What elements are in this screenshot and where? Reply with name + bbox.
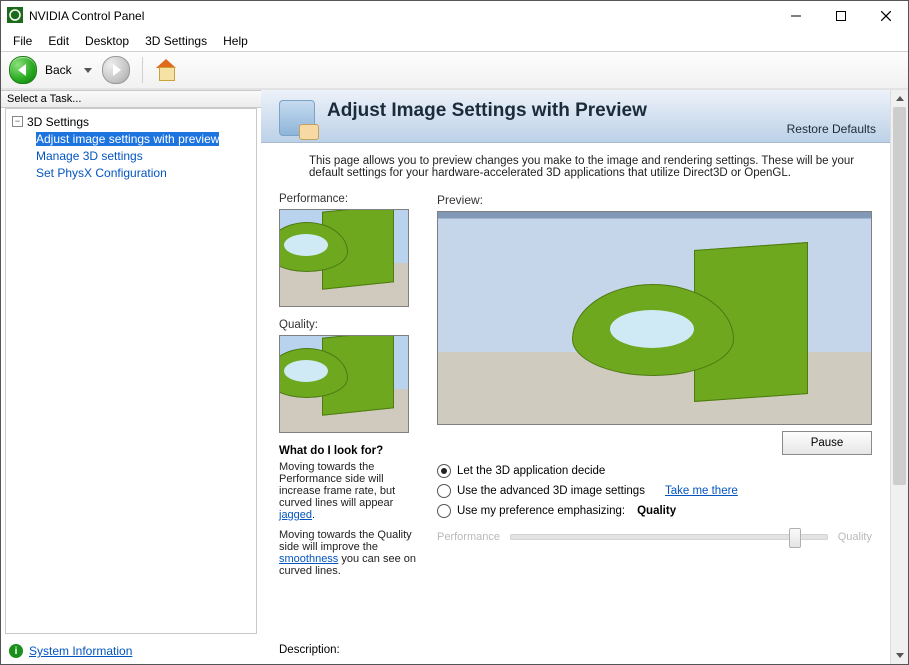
what-heading: What do I look for? [279, 445, 419, 457]
slider-left-label: Performance [437, 531, 500, 543]
page-header: Adjust Image Settings with Preview Resto… [261, 90, 890, 143]
description-label: Description: [261, 640, 890, 664]
quality-slider[interactable]: Performance Quality [437, 531, 872, 543]
jagged-link[interactable]: jagged [279, 509, 312, 521]
menu-bar: File Edit Desktop 3D Settings Help [1, 31, 908, 51]
what-paragraph-1: Moving towards the Performance side will… [279, 461, 419, 521]
radio-icon [437, 464, 451, 478]
page-intro: This page allows you to preview changes … [261, 143, 890, 185]
toolbar-separator [142, 57, 143, 83]
menu-file[interactable]: File [5, 32, 40, 50]
back-button[interactable] [9, 56, 37, 84]
system-information-link[interactable]: i System Information [1, 638, 261, 664]
maximize-button[interactable] [818, 1, 863, 31]
menu-desktop[interactable]: Desktop [77, 32, 137, 50]
radio-icon [437, 504, 451, 518]
task-pane: Select a Task... − 3D Settings Adjust im… [1, 90, 261, 664]
take-me-there-link[interactable]: Take me there [665, 485, 738, 497]
quality-thumbnail [279, 335, 409, 433]
forward-button[interactable] [102, 56, 130, 84]
toolbar: Back [1, 52, 908, 90]
slider-right-label: Quality [838, 531, 872, 543]
preview-viewport [437, 211, 872, 425]
quality-label: Quality: [279, 319, 419, 331]
radio-advanced-settings[interactable]: Use the advanced 3D image settings [457, 485, 645, 497]
info-icon: i [9, 644, 23, 658]
radio-let-app-decide[interactable]: Let the 3D application decide [437, 461, 872, 481]
vertical-scrollbar[interactable] [890, 90, 908, 664]
task-tree[interactable]: − 3D Settings Adjust image settings with… [5, 108, 257, 634]
radio-icon [437, 484, 451, 498]
slider-thumb[interactable] [789, 528, 801, 548]
menu-help[interactable]: Help [215, 32, 256, 50]
window-title: NVIDIA Control Panel [29, 9, 144, 23]
minimize-button[interactable] [773, 1, 818, 31]
scroll-track[interactable] [891, 107, 908, 647]
scroll-down-button[interactable] [891, 647, 908, 664]
menu-edit[interactable]: Edit [40, 32, 77, 50]
app-icon [7, 7, 23, 26]
radio-my-preference[interactable]: Use my preference emphasizing: [457, 505, 625, 517]
menu-3d-settings[interactable]: 3D Settings [137, 32, 215, 50]
back-dropdown-icon[interactable] [84, 68, 92, 73]
restore-defaults-link[interactable]: Restore Defaults [787, 122, 876, 136]
home-button[interactable] [155, 59, 177, 81]
preview-label: Preview: [437, 193, 872, 207]
smoothness-link[interactable]: smoothness [279, 553, 338, 565]
tree-item-adjust-image[interactable]: Adjust image settings with preview [8, 130, 254, 147]
scroll-thumb[interactable] [893, 107, 906, 485]
back-label[interactable]: Back [43, 63, 74, 77]
scroll-up-button[interactable] [891, 90, 908, 107]
close-button[interactable] [863, 1, 908, 31]
slider-track[interactable] [510, 534, 828, 540]
page-title: Adjust Image Settings with Preview [327, 100, 872, 122]
preference-value: Quality [637, 505, 676, 517]
what-paragraph-2: Moving towards the Quality side will imp… [279, 529, 419, 577]
pause-button[interactable]: Pause [782, 431, 872, 455]
task-pane-header: Select a Task... [1, 90, 261, 108]
tree-item-manage-3d[interactable]: Manage 3D settings [8, 147, 254, 164]
tree-root-3d-settings[interactable]: − 3D Settings [8, 113, 254, 130]
performance-label: Performance: [279, 193, 419, 205]
collapse-icon[interactable]: − [12, 116, 23, 127]
performance-thumbnail [279, 209, 409, 307]
tree-item-physx[interactable]: Set PhysX Configuration [8, 164, 254, 181]
titlebar: NVIDIA Control Panel [1, 1, 908, 31]
content-pane: Adjust Image Settings with Preview Resto… [261, 90, 890, 664]
page-header-icon [279, 100, 315, 136]
